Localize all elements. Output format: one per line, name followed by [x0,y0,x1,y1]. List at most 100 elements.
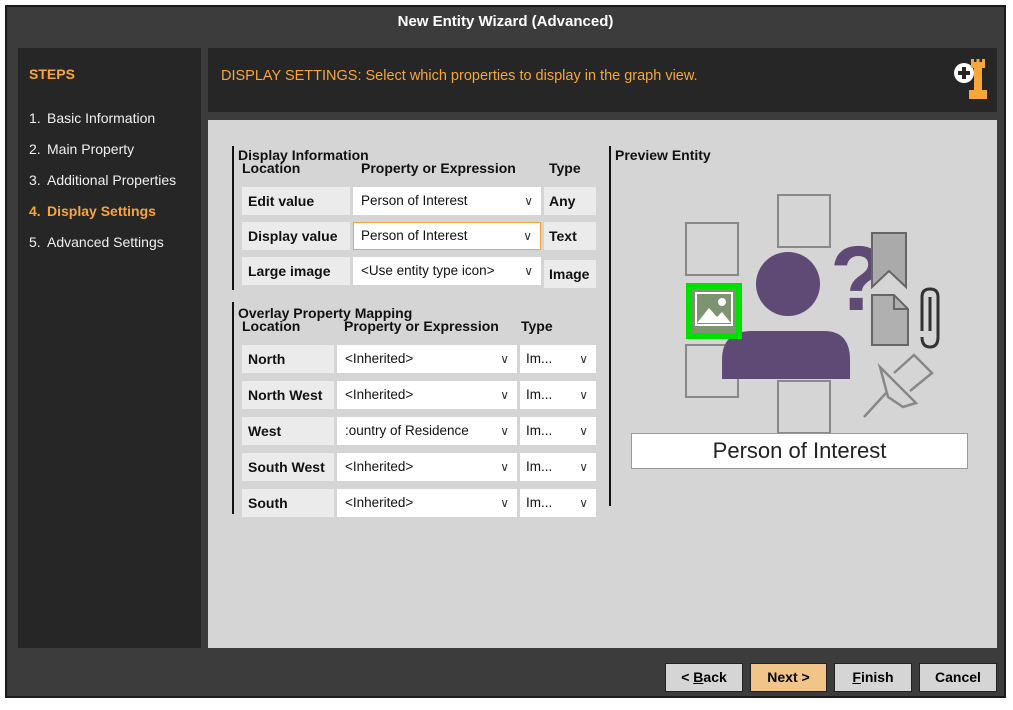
column-type: Type [521,318,553,334]
step-number: 3. [29,172,41,188]
cancel-button[interactable]: Cancel [919,663,997,692]
step-number: 5. [29,234,41,250]
row-label-south: South [242,489,334,517]
step-main-property[interactable]: 2. Main Property [18,139,201,170]
select-value: Person of Interest [361,193,468,208]
south-property-select[interactable]: <Inherited> ∨ [337,489,517,517]
back-button[interactable]: < Back [665,663,743,692]
window-title: New Entity Wizard (Advanced) [7,7,1004,41]
step-label: Advanced Settings [47,234,164,250]
north-west-property-select[interactable]: <Inherited> ∨ [337,381,517,409]
chevron-down-icon: ∨ [579,352,588,366]
select-value: <Inherited> [345,495,414,510]
back-prefix: < [681,669,694,685]
chevron-down-icon: ∨ [579,424,588,438]
step-label: Additional Properties [47,172,177,188]
large-image-type: Image [544,260,596,288]
chevron-down-icon: ∨ [524,264,533,278]
pushpin-icon [863,353,934,418]
north-type-select[interactable]: Im... ∨ [520,345,596,373]
row-label-south-west: South West [242,453,334,481]
chevron-down-icon: ∨ [579,496,588,510]
south-west-property-select[interactable]: <Inherited> ∨ [337,453,517,481]
step-number: 1. [29,110,41,126]
row-label-north: North [242,345,334,373]
select-value: :ountry of Residence [345,423,469,438]
bookmark-icon [871,232,907,290]
column-property: Property or Expression [344,318,499,334]
column-location: Location [242,160,301,176]
west-type-select[interactable]: Im... ∨ [520,417,596,445]
row-label-edit-value: Edit value [242,187,350,215]
preview-entity-label: Person of Interest [631,433,968,469]
steps-panel: STEPS 1. Basic Information 2. Main Propert… [18,48,201,648]
select-value: Im... [526,423,553,438]
display-value-type: Text [544,222,596,250]
section-divider [232,146,234,290]
back-label-rest: ack [703,669,727,685]
row-label-display-value: Display value [242,222,350,250]
overlay-placeholder-south [777,380,831,433]
row-label-large-image: Large image [242,257,350,285]
large-image-select[interactable]: <Use entity type icon> ∨ [353,257,541,285]
document-icon [871,294,909,346]
chevron-down-icon: ∨ [500,388,509,402]
finish-button[interactable]: Finish [834,663,912,692]
step-label: Display Settings [47,203,156,219]
west-property-select[interactable]: :ountry of Residence ∨ [337,417,517,445]
steps-title: STEPS [29,66,75,82]
row-label-west: West [242,417,334,445]
select-value: <Use entity type icon> [361,263,495,278]
edit-value-type: Any [544,187,596,215]
south-type-select[interactable]: Im... ∨ [520,489,596,517]
select-value: <Inherited> [345,387,414,402]
column-type: Type [549,160,581,176]
section-divider [609,146,611,506]
south-west-type-select[interactable]: Im... ∨ [520,453,596,481]
paperclip-icon [920,287,940,349]
edit-value-select[interactable]: Person of Interest ∨ [353,187,541,215]
chevron-down-icon: ∨ [500,352,509,366]
step-number: 2. [29,141,41,157]
wizard-window: New Entity Wizard (Advanced) STEPS 1. Bas… [5,5,1006,698]
display-value-select[interactable]: Person of Interest ∨ [353,222,541,250]
step-additional-properties[interactable]: 3. Additional Properties [18,170,201,201]
select-value: <Inherited> [345,459,414,474]
person-head-icon [756,252,820,316]
select-value: Im... [526,459,553,474]
next-button[interactable]: Next > [750,663,827,692]
select-value: <Inherited> [345,351,414,366]
step-label: Main Property [47,141,135,157]
finish-label-rest: inish [860,669,894,685]
image-icon [692,289,736,333]
chevron-down-icon: ∨ [500,424,509,438]
select-value: Im... [526,387,553,402]
column-property: Property or Expression [361,160,516,176]
select-value: Im... [526,495,553,510]
chevron-down-icon: ∨ [524,194,533,208]
select-value: Person of Interest [361,228,468,243]
select-value: Im... [526,351,553,366]
north-property-select[interactable]: <Inherited> ∨ [337,345,517,373]
row-label-north-west: North West [242,381,334,409]
step-display-settings[interactable]: 4. Display Settings [18,201,201,232]
overlay-placeholder-north [777,194,831,248]
north-west-type-select[interactable]: Im... ∨ [520,381,596,409]
entity-preview-graphic: ? [685,194,940,433]
step-advanced-settings[interactable]: 5. Advanced Settings [18,232,201,263]
finish-mnemonic: F [852,669,861,685]
column-location: Location [242,318,301,334]
step-label: Basic Information [47,110,156,126]
preview-entity-title: Preview Entity [615,147,711,163]
chevron-down-icon: ∨ [579,388,588,402]
chevron-down-icon: ∨ [523,229,532,243]
steps-list: 1. Basic Information 2. Main Property 3. Ad… [18,108,201,263]
step-basic-information[interactable]: 1. Basic Information [18,108,201,139]
step-number: 4. [29,203,41,219]
chevron-down-icon: ∨ [500,496,509,510]
section-divider [232,302,234,514]
chevron-down-icon: ∨ [500,460,509,474]
new-entity-wizard-icon [954,59,987,99]
chevron-down-icon: ∨ [579,460,588,474]
overlay-placeholder-north-west [685,222,739,276]
